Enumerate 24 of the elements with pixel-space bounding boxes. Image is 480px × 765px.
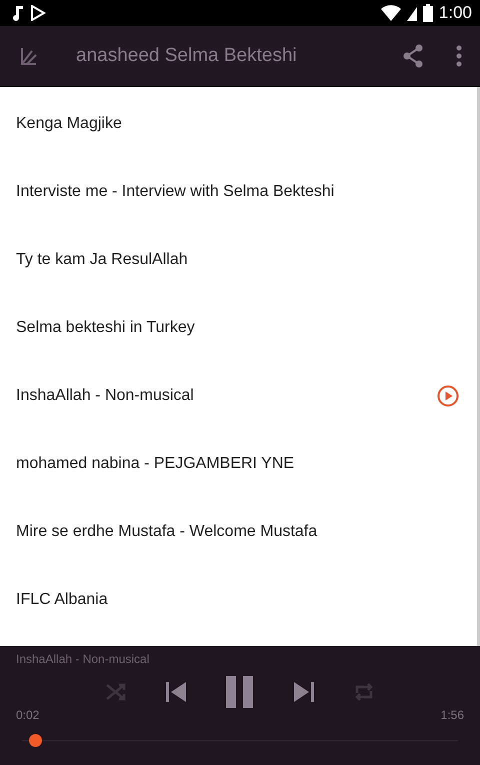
elapsed-time: 0:02 bbox=[16, 708, 40, 722]
track-title[interactable]: IFLC Albania bbox=[16, 591, 108, 609]
now-playing-title: InshaAllah - Non-musical bbox=[16, 652, 150, 666]
track-title[interactable]: Ty te kam Ja ResulAllah bbox=[16, 251, 188, 269]
duration-time: 1:56 bbox=[440, 708, 464, 722]
previous-icon[interactable] bbox=[166, 682, 186, 702]
music-note-icon bbox=[12, 5, 24, 21]
track-title[interactable]: InshaAllah - Non-musical bbox=[16, 387, 194, 405]
track-title[interactable]: Interviste me - Interview with Selma Bekteshi bbox=[16, 183, 334, 201]
play-circle-icon[interactable] bbox=[437, 385, 459, 407]
pause-icon[interactable] bbox=[226, 676, 254, 708]
track-title[interactable]: mohamed nabina - PEJGAMBERI YNE bbox=[16, 455, 294, 473]
track-title[interactable]: Kenga Magjike bbox=[16, 115, 122, 133]
wifi-icon bbox=[380, 5, 401, 21]
more-options-icon[interactable] bbox=[456, 45, 462, 67]
track-title[interactable]: Mire se erdhe Mustafa - Welcome Mustafa bbox=[16, 523, 318, 541]
next-icon[interactable] bbox=[294, 682, 314, 702]
app-title: anasheed Selma Bekteshi bbox=[76, 45, 298, 67]
battery-icon bbox=[422, 4, 433, 22]
clock-time: 1:00 bbox=[438, 3, 472, 23]
signal-icon bbox=[406, 5, 417, 21]
play-store-icon bbox=[30, 5, 46, 21]
share-icon[interactable] bbox=[402, 44, 424, 68]
track-title[interactable]: Selma bekteshi in Turkey bbox=[16, 319, 195, 337]
